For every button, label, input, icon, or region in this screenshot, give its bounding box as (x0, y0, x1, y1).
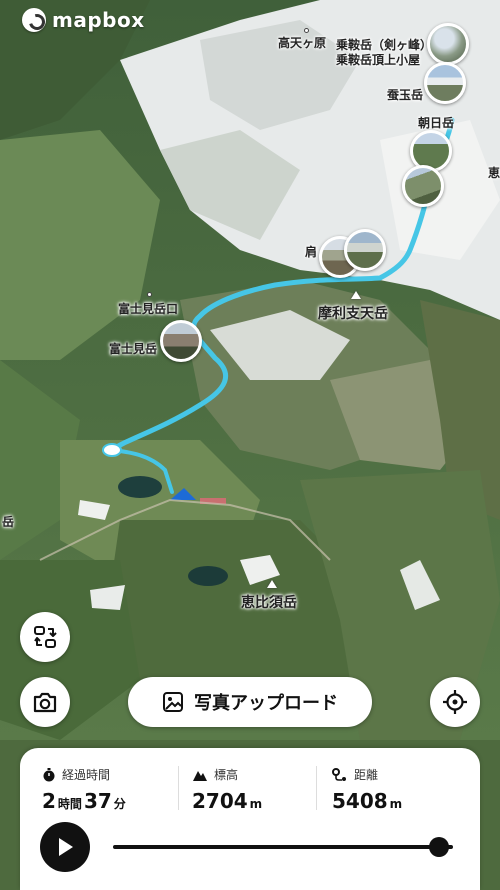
mapbox-logo: mapbox (22, 8, 145, 32)
photo-pin[interactable] (344, 229, 386, 271)
distance-unit: m (389, 797, 403, 811)
photo-pin[interactable] (402, 165, 444, 207)
photo-pin[interactable] (160, 320, 202, 362)
route-reverse-icon (34, 626, 57, 648)
distance-stat: 距離 5408 m (332, 766, 404, 813)
peak-marker-icon (267, 580, 277, 588)
route-distance-icon (332, 767, 346, 781)
place-label-edge-right[interactable]: 恵 (488, 166, 500, 180)
elevation-label: 標高 (214, 768, 239, 782)
place-label-edge-left[interactable]: 岳 (2, 515, 14, 529)
photo-pin[interactable] (424, 62, 466, 104)
mapbox-wordmark: mapbox (52, 8, 145, 32)
place-label-fujimidake[interactable]: 富士見岳 (109, 342, 157, 356)
place-label-takamagahara[interactable]: 高天ヶ原 (278, 36, 326, 50)
place-label-summit-hut[interactable]: 乗鞍岳頂上小屋 (336, 53, 420, 67)
place-label-ebisudake[interactable]: 恵比須岳 (241, 595, 297, 611)
locate-button[interactable] (430, 677, 480, 727)
reverse-route-button[interactable] (20, 612, 70, 662)
camera-button[interactable] (20, 677, 70, 727)
elapsed-hours: 2 (42, 789, 56, 813)
image-icon (163, 692, 183, 712)
stat-divider (178, 766, 179, 810)
place-label-marishiten[interactable]: 摩利支天岳 (318, 306, 388, 322)
play-button[interactable] (40, 822, 90, 872)
play-icon (59, 838, 73, 856)
crosshair-icon (443, 690, 467, 714)
stat-divider (316, 766, 317, 810)
mapbox-logo-icon (22, 8, 46, 32)
elapsed-minutes: 37 (83, 789, 112, 813)
mountain-icon (193, 770, 207, 781)
elevation-unit: m (249, 797, 263, 811)
distance-value: 5408 (332, 789, 388, 813)
playback-slider-track[interactable] (113, 845, 453, 849)
distance-label: 距離 (354, 768, 379, 782)
elevation-stat: 標高 2704 m (192, 766, 264, 813)
photo-upload-button[interactable]: 写真アップロード (128, 677, 372, 727)
place-label-fujimidake-entrance[interactable]: 富士見岳口 (118, 302, 178, 316)
playback-slider-handle[interactable] (429, 837, 450, 857)
trail-dot (147, 292, 152, 297)
place-label-asahidake[interactable]: 朝日岳 (418, 116, 454, 130)
photo-upload-label: 写真アップロード (194, 693, 338, 714)
elapsed-time-label: 経過時間 (62, 768, 111, 782)
summit-dot (304, 28, 309, 33)
place-label-norikuradake[interactable]: 乗鞍岳（剣ヶ峰） (336, 38, 432, 52)
elevation-value: 2704 (192, 789, 248, 813)
place-label-katanokoya[interactable]: 肩 (305, 245, 317, 259)
hours-unit: 時間 (57, 797, 82, 811)
elapsed-time-stat: 経過時間 2 時間 37 分 (42, 766, 128, 813)
activity-panel: 経過時間 2 時間 37 分 標高 2704 m 距離 5408 m (20, 748, 480, 890)
stopwatch-icon (43, 767, 55, 781)
place-label-kodamadake[interactable]: 蚕玉岳 (387, 88, 423, 102)
minutes-unit: 分 (113, 797, 126, 811)
camera-icon (33, 692, 57, 713)
photo-pin[interactable] (427, 23, 469, 65)
peak-marker-icon (351, 291, 361, 299)
